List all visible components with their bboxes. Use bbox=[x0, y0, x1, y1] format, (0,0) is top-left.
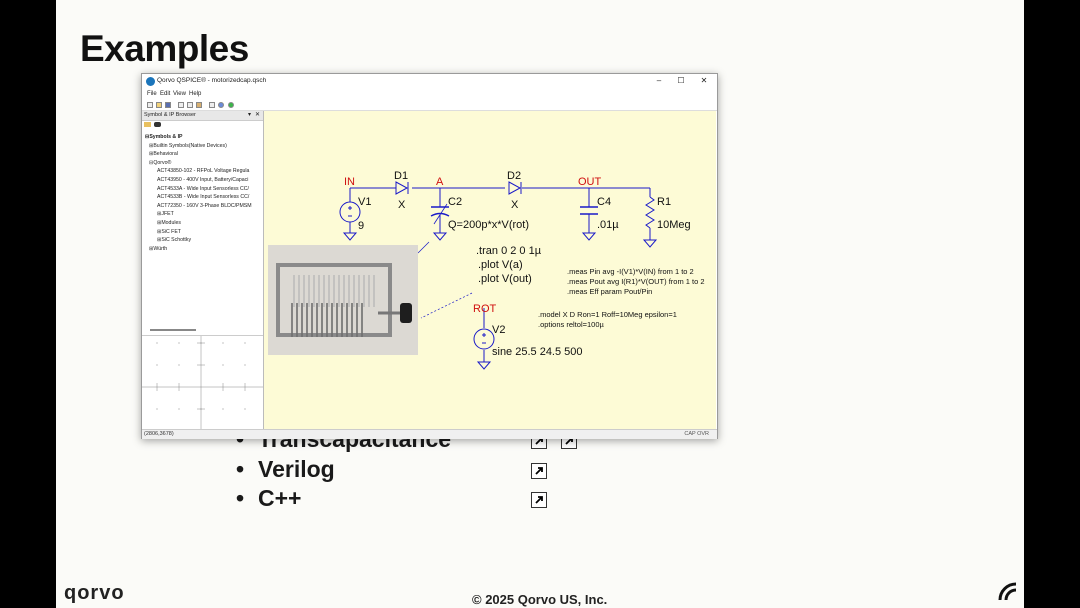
toolbar bbox=[142, 100, 717, 111]
bullet-item: • Verilog bbox=[236, 456, 335, 483]
window-titlebar[interactable]: Qorvo QSPICE® - motorizedcap.qsch – ☐ ✕ bbox=[142, 74, 717, 90]
qspice-app-icon bbox=[146, 77, 155, 86]
tree-item[interactable]: ACT4533A - Wide Input Sensorless CC/ bbox=[157, 186, 249, 192]
meas-eff[interactable]: .meas Eff param Pout/Pin bbox=[567, 287, 652, 296]
diode-d1-icon[interactable] bbox=[395, 181, 409, 195]
c2-value[interactable]: Q=200p*x*V(rot) bbox=[448, 219, 529, 231]
d2-name[interactable]: D2 bbox=[507, 170, 521, 182]
panel-header: Symbol & IP Browser ▾ ✕ bbox=[142, 111, 263, 121]
window-title: Qorvo QSPICE® - motorizedcap.qsch bbox=[157, 77, 267, 84]
net-label-a[interactable]: A bbox=[436, 176, 444, 188]
panel-pin-button[interactable]: ▾ bbox=[248, 111, 251, 118]
d1-value[interactable]: X bbox=[398, 199, 406, 211]
capacitor-c4-icon[interactable] bbox=[580, 206, 598, 215]
panel-title: Symbol & IP Browser bbox=[144, 112, 196, 118]
copyright-text: © 2025 Qorvo US, Inc. bbox=[472, 592, 608, 607]
schematic-canvas[interactable]: IN A OUT ROT D1 X D2 X V1 9 C2 Q=200p*x*… bbox=[264, 111, 716, 429]
cut-icon[interactable] bbox=[178, 102, 184, 108]
pointer-line bbox=[417, 241, 430, 254]
save-icon[interactable] bbox=[165, 102, 171, 108]
tree-item[interactable]: ⊞JFET bbox=[157, 211, 174, 217]
net-label-rot[interactable]: ROT bbox=[473, 303, 497, 315]
panel-splitter[interactable] bbox=[150, 329, 196, 331]
status-bar: (2806,3678) CAP OVR bbox=[142, 429, 717, 439]
tree-item[interactable]: ACT4533B - Wide Input Sensorless CC/ bbox=[157, 194, 249, 200]
minimize-button[interactable]: – bbox=[652, 76, 666, 85]
v2-value[interactable]: sine 25.5 24.5 500 bbox=[492, 346, 583, 358]
directive-plot-out[interactable]: .plot V(out) bbox=[478, 273, 532, 285]
tree-item[interactable]: ACT43950 - 400V Input, Battery/Capaci bbox=[157, 177, 248, 183]
variable-capacitor-photo bbox=[268, 245, 418, 355]
run-icon[interactable] bbox=[228, 102, 234, 108]
tree-item[interactable]: ⊞SiC Schottky bbox=[157, 237, 191, 243]
voltage-source-v2-icon[interactable] bbox=[473, 328, 495, 350]
close-button[interactable]: ✕ bbox=[697, 76, 711, 85]
tree-item[interactable]: ⊞Behavioral bbox=[149, 151, 178, 157]
d2-value[interactable]: X bbox=[511, 199, 519, 211]
tree-item[interactable]: ACT72350 - 160V 3-Phase BLDC/PMSM bbox=[157, 203, 252, 209]
menu-bar: File Edit View Help bbox=[142, 90, 717, 99]
keyboard-mode: CAP OVR bbox=[684, 431, 709, 437]
tree-item[interactable]: ⊟Qorvo® bbox=[149, 160, 171, 166]
tree-item[interactable]: ACT43850-102 - RFPoL Voltage Regula bbox=[157, 168, 249, 174]
tree-item[interactable]: ⊞SiC FET bbox=[157, 229, 181, 235]
meas-pin[interactable]: .meas Pin avg -I(V1)*V(IN) from 1 to 2 bbox=[567, 267, 694, 276]
diode-d2-icon[interactable] bbox=[508, 181, 522, 195]
resistor-r1-icon[interactable] bbox=[645, 196, 655, 229]
help-icon[interactable] bbox=[218, 102, 224, 108]
bullet-dot: • bbox=[236, 485, 245, 511]
v1-name[interactable]: V1 bbox=[358, 196, 371, 208]
cursor-coordinates: (2806,3678) bbox=[144, 431, 174, 437]
panel-toolbar bbox=[144, 122, 161, 129]
bullet-label: Verilog bbox=[258, 456, 335, 482]
menu-edit[interactable]: Edit bbox=[160, 91, 170, 97]
tree-item[interactable]: ⊞Modules bbox=[157, 220, 181, 226]
preview-grid bbox=[142, 336, 263, 430]
menu-view[interactable]: View bbox=[173, 91, 186, 97]
v2-name[interactable]: V2 bbox=[492, 324, 505, 336]
slide-title: Examples bbox=[80, 28, 249, 69]
maximize-button[interactable]: ☐ bbox=[674, 76, 688, 85]
new-icon[interactable] bbox=[147, 102, 153, 108]
qorvo-logo: qorvo bbox=[64, 582, 125, 604]
binoculars-icon[interactable] bbox=[154, 122, 161, 127]
menu-file[interactable]: File bbox=[147, 91, 157, 97]
corner-logo-icon bbox=[996, 578, 1020, 607]
d1-name[interactable]: D1 bbox=[394, 170, 408, 182]
link-wire bbox=[420, 292, 473, 319]
print-icon[interactable] bbox=[209, 102, 215, 108]
qspice-window: Qorvo QSPICE® - motorizedcap.qsch – ☐ ✕ … bbox=[141, 73, 718, 439]
r1-name[interactable]: R1 bbox=[657, 196, 671, 208]
panel-close-button[interactable]: ✕ bbox=[255, 111, 260, 118]
bullet-label: C++ bbox=[258, 485, 302, 511]
model-directive[interactable]: .model X D Ron=1 Roff=10Meg epsilon=1 bbox=[538, 310, 677, 319]
net-label-in[interactable]: IN bbox=[344, 176, 355, 188]
r1-value[interactable]: 10Meg bbox=[657, 219, 691, 231]
net-label-out[interactable]: OUT bbox=[578, 176, 602, 188]
menu-help[interactable]: Help bbox=[189, 91, 201, 97]
open-icon[interactable] bbox=[156, 102, 162, 108]
tree-item[interactable]: ⊞Builtin Symbols(Native Devices) bbox=[149, 143, 227, 149]
directive-tran[interactable]: .tran 0 2 0 1µ bbox=[476, 245, 542, 257]
directive-plot-a[interactable]: .plot V(a) bbox=[478, 259, 523, 271]
symbol-browser-panel: Symbol & IP Browser ▾ ✕ ⊟Symbols & IP ⊞Bu… bbox=[142, 111, 264, 430]
paste-icon[interactable] bbox=[196, 102, 202, 108]
tree-item[interactable]: ⊞Würth bbox=[149, 246, 167, 252]
voltage-source-v1-icon[interactable] bbox=[339, 201, 361, 223]
bullet-dot: • bbox=[236, 456, 245, 482]
tree-item[interactable]: ⊟Symbols & IP bbox=[145, 134, 183, 140]
symbol-preview bbox=[142, 335, 263, 430]
c4-value[interactable]: .01µ bbox=[597, 219, 619, 231]
link-arrow-icon[interactable] bbox=[531, 492, 547, 508]
c2-name[interactable]: C2 bbox=[448, 196, 462, 208]
bullet-item: • C++ bbox=[236, 485, 301, 512]
options-directive[interactable]: .options reltol=100µ bbox=[538, 320, 605, 329]
meas-pout[interactable]: .meas Pout avg I(R1)*V(OUT) from 1 to 2 bbox=[567, 277, 705, 286]
v1-value[interactable]: 9 bbox=[358, 220, 364, 232]
copy-icon[interactable] bbox=[187, 102, 193, 108]
link-arrow-icon[interactable] bbox=[531, 463, 547, 479]
c4-name[interactable]: C4 bbox=[597, 196, 611, 208]
folder-icon[interactable] bbox=[144, 122, 151, 127]
